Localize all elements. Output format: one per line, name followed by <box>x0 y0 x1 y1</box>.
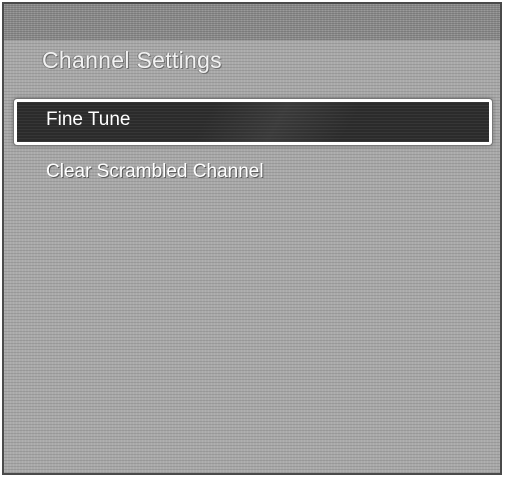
menu-item-clear-scrambled-channel[interactable]: Clear Scrambled Channel <box>14 151 492 197</box>
menu-item-label: Fine Tune <box>46 109 131 130</box>
menu-item-fine-tune[interactable]: Fine Tune <box>14 99 492 145</box>
menu-title: Channel Settings <box>42 47 222 73</box>
top-bar <box>4 4 500 40</box>
menu-list: Fine Tune Clear Scrambled Channel <box>14 99 492 203</box>
channel-settings-panel: Channel Settings Fine Tune Clear Scrambl… <box>2 2 502 475</box>
menu-item-label: Clear Scrambled Channel <box>46 161 264 182</box>
